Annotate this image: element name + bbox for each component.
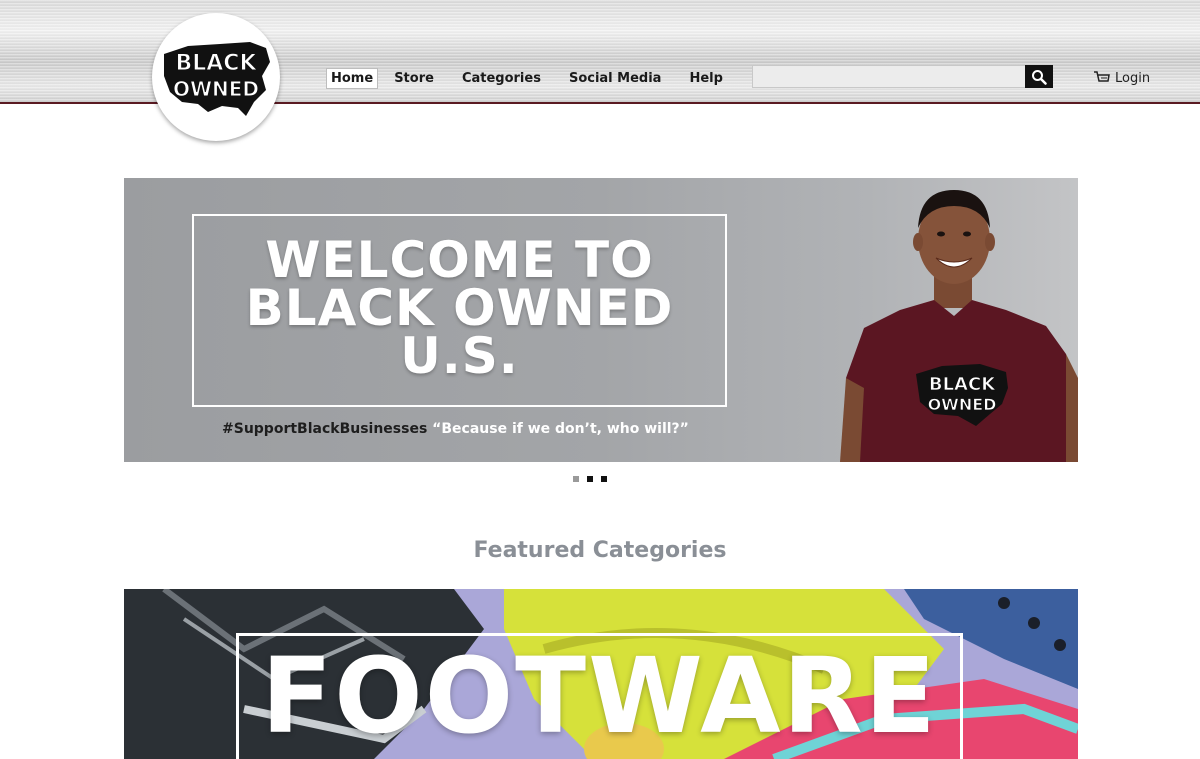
nav-store[interactable]: Store	[390, 69, 438, 88]
nav-home[interactable]: Home	[326, 68, 379, 89]
login-link[interactable]: Login	[1093, 70, 1150, 86]
nav-categories[interactable]: Categories	[458, 69, 545, 88]
category-banner-footware[interactable]: FOOTWARE	[124, 589, 1078, 759]
carousel-indicators	[573, 476, 615, 482]
hero-quote: “Because if we don’t, who will?”	[432, 421, 689, 437]
hero-tagline: #SupportBlackBusinesses “Because if we d…	[222, 421, 689, 437]
search-button[interactable]	[1025, 65, 1053, 88]
search-input[interactable]	[752, 65, 1026, 88]
category-title: FOOTWARE	[261, 635, 938, 757]
carousel-dot-3[interactable]	[601, 476, 607, 482]
hero-title-line1: WELCOME TO	[265, 231, 654, 289]
logo-text-owned: OWNED	[173, 77, 259, 101]
carousel-dot-1[interactable]	[573, 476, 579, 482]
hero-title: WELCOME TO BLACK OWNED U.S.	[192, 231, 727, 385]
shirt-logo-text-owned: OWNED	[928, 395, 997, 414]
nav-social-media[interactable]: Social Media	[565, 69, 666, 88]
featured-categories-heading: Featured Categories	[473, 538, 727, 563]
shirt-logo-text-black: BLACK	[929, 374, 996, 395]
black-owned-logo-icon: BLACK OWNED	[164, 42, 270, 116]
cart-icon	[1094, 71, 1110, 82]
logo-text-black: BLACK	[175, 51, 257, 76]
login-label: Login	[1115, 70, 1151, 86]
search-icon	[1032, 69, 1047, 85]
hero-banner[interactable]: WELCOME TO BLACK OWNED U.S. #SupportBlac…	[124, 178, 1078, 462]
site-logo[interactable]: BLACK OWNED	[152, 13, 280, 141]
hero-hashtag: #SupportBlackBusinesses	[222, 421, 428, 437]
main-nav: Home Store Categories Social Media Help	[326, 68, 747, 89]
hero-title-line2: BLACK OWNED	[245, 279, 674, 337]
site-header: BLACK OWNED Home Store Categories Social…	[0, 0, 1200, 141]
nav-help[interactable]: Help	[685, 69, 726, 88]
carousel-dot-2[interactable]	[587, 476, 593, 482]
hero-title-line3: U.S.	[400, 327, 519, 385]
hero-person-image: BLACK OWNED	[840, 190, 1078, 462]
